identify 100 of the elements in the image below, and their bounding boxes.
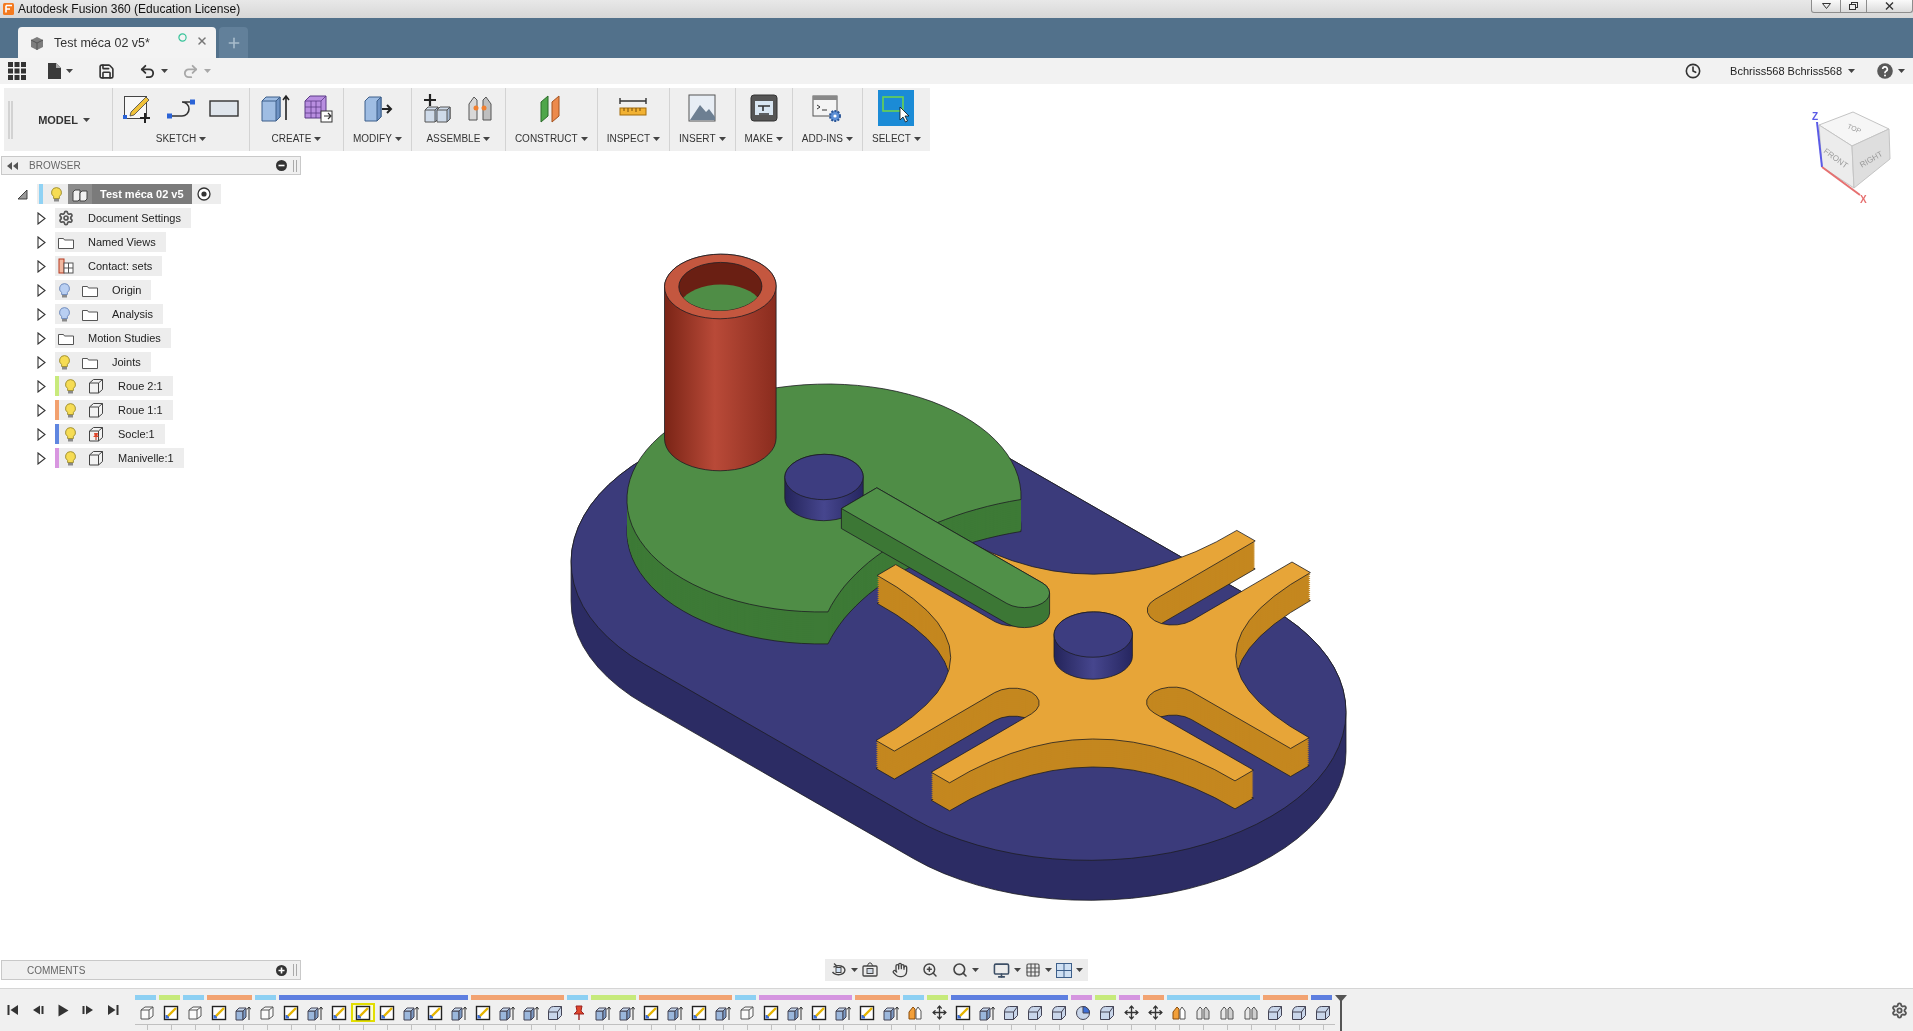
collapsed-triangle-icon[interactable]: [37, 331, 46, 345]
toolbar-menu-button[interactable]: ADD-INS: [801, 133, 853, 144]
caret-icon[interactable]: [66, 69, 73, 73]
browser-item[interactable]: Test méca 02 v5: [37, 184, 221, 204]
clock-icon[interactable]: [1685, 63, 1702, 79]
box-arrow-icon: [523, 1004, 539, 1021]
toolbar-menu-button[interactable]: CREATE: [271, 133, 322, 144]
browser-item[interactable]: Motion Studies: [55, 328, 171, 348]
browser-item[interactable]: Socle:1: [55, 424, 165, 444]
sketch-icon: [355, 1004, 371, 1021]
document-tab[interactable]: Test méca 02 v5*: [18, 27, 216, 58]
expanded-triangle-icon[interactable]: [17, 188, 28, 200]
monitor-icon[interactable]: [993, 961, 1010, 979]
panel-grip-icon[interactable]: [293, 159, 297, 172]
step-forward-icon[interactable]: [82, 1004, 94, 1016]
collapsed-triangle-icon[interactable]: [37, 355, 46, 369]
collapsed-triangle-icon[interactable]: [37, 427, 46, 441]
radio-icon[interactable]: [196, 187, 211, 201]
collapsed-triangle-icon[interactable]: [37, 403, 46, 417]
triangle-down-icon: [1821, 3, 1831, 9]
lightbulb-icon[interactable]: [59, 354, 70, 370]
hand-icon[interactable]: [892, 962, 908, 978]
caret-icon[interactable]: [851, 968, 858, 972]
panel-grip-icon[interactable]: [293, 964, 297, 976]
restore-icon: [1849, 2, 1858, 10]
timeline-feature[interactable]: [351, 1003, 375, 1022]
browser-item[interactable]: Roue 1:1: [55, 400, 173, 420]
window-panes-icon[interactable]: [1056, 962, 1072, 978]
lightbulb-icon[interactable]: [51, 186, 62, 202]
collapsed-triangle-icon[interactable]: [37, 307, 46, 321]
skip-to-start-icon[interactable]: [7, 1004, 19, 1016]
caret-icon[interactable]: [1898, 69, 1905, 73]
zoom-icon[interactable]: [922, 962, 938, 978]
plus-circle-icon[interactable]: [276, 964, 287, 976]
lightbulb-icon[interactable]: [65, 402, 76, 418]
collapsed-triangle-icon[interactable]: [37, 235, 46, 249]
browser-item[interactable]: Joints: [55, 352, 151, 372]
toolbar-menu-button[interactable]: CONSTRUCT: [514, 133, 588, 144]
caret-icon[interactable]: [972, 968, 979, 972]
caret-icon[interactable]: [1014, 968, 1021, 972]
undo-icon[interactable]: [139, 62, 156, 80]
double-arrow-left-icon[interactable]: [7, 161, 18, 170]
box-icon: [88, 450, 104, 466]
sketch-icon: [955, 1004, 971, 1021]
browser-item[interactable]: Named Views: [55, 232, 166, 252]
toolbar-menu-button[interactable]: ASSEMBLE: [426, 133, 491, 144]
browser-item[interactable]: Analysis: [55, 304, 163, 324]
magnifier-icon[interactable]: [952, 962, 968, 978]
orbit-icon[interactable]: [830, 962, 847, 978]
close-button[interactable]: [1866, 0, 1913, 13]
save-icon[interactable]: [98, 62, 115, 80]
window-menu-button[interactable]: [1811, 0, 1841, 13]
sketch-icon: [691, 1004, 707, 1021]
toolbar-menu-button[interactable]: MODIFY: [353, 133, 402, 144]
gear-icon[interactable]: [1891, 1001, 1908, 1019]
lightbulb-icon[interactable]: [59, 282, 70, 298]
browser-item[interactable]: Contact: sets: [55, 256, 163, 276]
toolbar-grip-icon[interactable]: [7, 100, 13, 139]
lightbulb-icon[interactable]: [65, 378, 76, 394]
toolbar-menu-button[interactable]: SKETCH: [155, 133, 207, 144]
box-arrow-icon: [787, 1004, 803, 1021]
box-arrow-icon: [451, 1004, 467, 1021]
app-grid-icon[interactable]: [8, 62, 26, 80]
skip-to-end-icon[interactable]: [107, 1004, 119, 1016]
caret-icon: [82, 117, 90, 122]
caret-icon[interactable]: [1045, 968, 1052, 972]
collapsed-triangle-icon[interactable]: [37, 211, 46, 225]
collapsed-triangle-icon[interactable]: [37, 451, 46, 465]
lightbulb-icon[interactable]: [65, 426, 76, 442]
playhead-marker-icon[interactable]: [1335, 995, 1347, 1031]
caret-icon[interactable]: [161, 69, 168, 73]
box-arrow-icon: [667, 1004, 683, 1021]
toolbar-menu-button[interactable]: INSERT: [679, 133, 726, 144]
collapsed-triangle-icon[interactable]: [37, 379, 46, 393]
browser-item[interactable]: Origin: [55, 280, 152, 300]
collapsed-triangle-icon[interactable]: [37, 283, 46, 297]
grid-icon[interactable]: [1025, 962, 1041, 978]
minus-circle-icon[interactable]: [276, 160, 287, 171]
rounded-box-icon: [1267, 1004, 1283, 1021]
toolbar-menu-button[interactable]: MAKE: [744, 133, 783, 144]
browser-item[interactable]: Document Settings: [55, 208, 191, 228]
restore-button[interactable]: [1840, 0, 1867, 13]
workspace-menu-button[interactable]: MODEL: [38, 113, 90, 126]
collapsed-triangle-icon[interactable]: [37, 259, 46, 273]
user-menu-button[interactable]: Bchriss568 Bchriss568: [1730, 65, 1855, 77]
help-icon[interactable]: [1877, 63, 1893, 79]
toolbar-menu-button[interactable]: INSPECT: [606, 133, 660, 144]
caret-icon[interactable]: [1076, 968, 1083, 972]
tool-button[interactable]: [878, 90, 915, 126]
toolbar-menu-button[interactable]: SELECT: [872, 133, 921, 144]
play-icon[interactable]: [57, 1003, 69, 1017]
framed-box-icon[interactable]: [862, 962, 878, 978]
lightbulb-icon[interactable]: [65, 450, 76, 466]
browser-item[interactable]: Roue 2:1: [55, 376, 173, 396]
step-back-icon[interactable]: [32, 1004, 44, 1016]
close-icon[interactable]: [196, 35, 208, 47]
document-icon[interactable]: [48, 63, 61, 79]
lightbulb-icon[interactable]: [59, 306, 70, 322]
browser-item[interactable]: Manivelle:1: [55, 448, 184, 468]
folder-icon: [82, 283, 98, 297]
